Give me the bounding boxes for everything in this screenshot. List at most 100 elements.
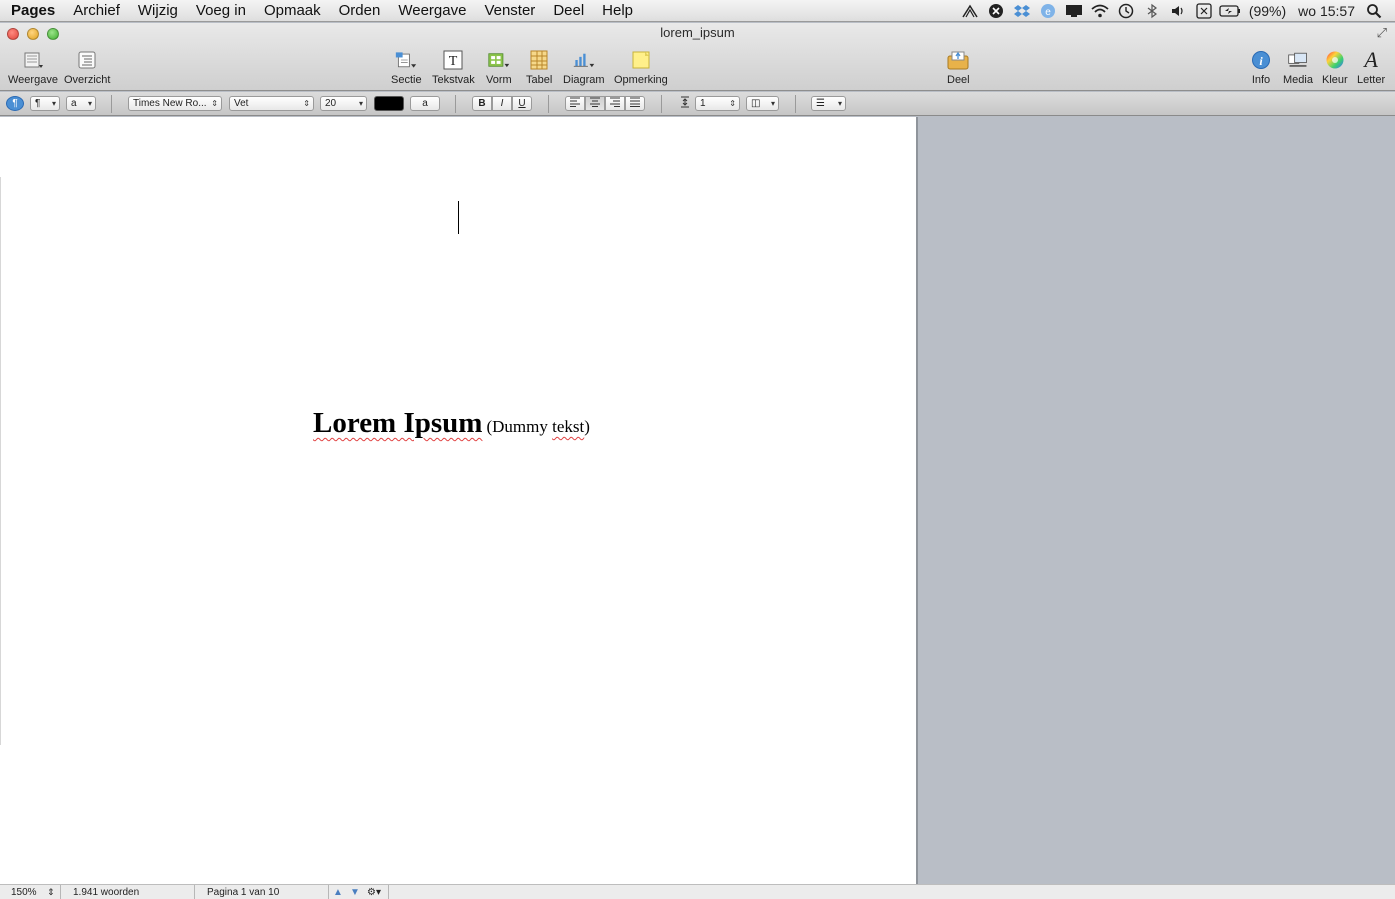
word-count: 1.941 woorden	[73, 887, 140, 898]
section-icon	[395, 50, 417, 70]
toolbar-overzicht[interactable]: Overzicht	[64, 50, 110, 86]
page-edge	[0, 177, 3, 745]
menu-bar: Pages Archief Wijzig Voeg in Opmaak Orde…	[0, 0, 1395, 22]
menu-opmaak[interactable]: Opmaak	[255, 0, 330, 22]
line-spacing-stepper[interactable]: 1 ⇕	[695, 96, 740, 111]
zoom-stepper-icon[interactable]: ⇕	[47, 886, 55, 899]
document-canvas[interactable]: Lorem Ipsum (Dummy tekst)	[0, 117, 918, 884]
toolbar-vorm[interactable]: Vorm	[486, 50, 512, 86]
display-icon[interactable]	[1061, 0, 1087, 22]
comment-icon	[630, 50, 652, 70]
menu-wijzig[interactable]: Wijzig	[129, 0, 187, 22]
font-family-value: Times New Ro...	[133, 98, 207, 109]
character-style-select[interactable]: a ▾	[66, 96, 96, 111]
zoom-select[interactable]: 150%	[11, 886, 37, 899]
menu-deel[interactable]: Deel	[544, 0, 593, 22]
battery-percentage[interactable]: (99%)	[1243, 0, 1292, 22]
typeface-select[interactable]: Vet ⇕	[229, 96, 314, 111]
toolbar-letter[interactable]: A Letter	[1357, 49, 1386, 87]
toolbar-opmerking[interactable]: Opmerking	[614, 50, 668, 86]
toolbar-sectie[interactable]: Sectie	[391, 50, 422, 86]
window-title: lorem_ipsum	[660, 25, 735, 40]
dropbox-icon[interactable]	[1009, 0, 1035, 22]
menu-extras: e (99%) wo 15:57	[957, 0, 1395, 22]
window-titlebar: lorem_ipsum ⤢ Weergave Overzicht Sectie …	[0, 23, 1395, 91]
app-icon[interactable]: e	[1035, 0, 1061, 22]
volume-icon[interactable]	[1165, 0, 1191, 22]
wifi-icon[interactable]	[1087, 0, 1113, 22]
svg-text:e: e	[1045, 7, 1051, 18]
previous-page-icon[interactable]: ▲	[333, 886, 343, 899]
fullscreen-icon[interactable]: ⤢	[1377, 25, 1387, 41]
status-bar: 150% ⇕ 1.941 woorden Pagina 1 van 10 ▲ ▼…	[0, 884, 1395, 899]
textbox-icon: T	[442, 50, 464, 70]
subtitle-misspelled-word: tekst	[552, 417, 585, 436]
menu-weergave[interactable]: Weergave	[389, 0, 475, 22]
paragraph-style-select[interactable]: ¶ ▾	[30, 96, 60, 111]
toolbar-letter-label: Letter	[1357, 74, 1386, 86]
divider	[60, 885, 61, 899]
text-color-well[interactable]	[374, 96, 404, 111]
keyboard-icon[interactable]	[1191, 0, 1217, 22]
toolbar-tabel[interactable]: Tabel	[526, 50, 552, 86]
next-page-icon[interactable]: ▼	[350, 886, 360, 899]
toolbar-diagram[interactable]: Diagram	[563, 50, 605, 86]
columns-select[interactable]: ◫ ▾	[746, 96, 779, 111]
toolbar-tekstvak[interactable]: T Tekstvak	[432, 50, 475, 86]
list-style-select[interactable]: ☰ ▾	[811, 96, 846, 111]
toolbar-kleur[interactable]: Kleur	[1322, 50, 1348, 86]
toolbar-media[interactable]: Media	[1283, 50, 1313, 86]
paragraph-style-value: ¶	[35, 98, 41, 109]
divider	[455, 95, 456, 113]
typeface-value: Vet	[234, 98, 249, 109]
bluetooth-icon[interactable]	[1139, 0, 1165, 22]
text-background-well[interactable]: a	[410, 96, 440, 111]
text-cursor	[458, 201, 459, 234]
chart-icon	[573, 50, 595, 70]
clock[interactable]: wo 15:57	[1292, 0, 1361, 22]
divider	[795, 95, 796, 113]
line-spacing-value: 1	[700, 98, 706, 109]
document-subtitle: (Dummy tekst)	[486, 417, 589, 436]
spotlight-icon[interactable]	[1361, 0, 1387, 22]
underline-button[interactable]: U	[512, 96, 532, 111]
toolbar-weergave[interactable]: Weergave	[8, 50, 58, 86]
toolbar-deel[interactable]: Deel	[947, 50, 970, 86]
toolbar-media-label: Media	[1283, 74, 1313, 86]
divider	[661, 95, 662, 113]
format-bar: ¶ ¶ ▾ a ▾ Times New Ro... ⇕ Vet ⇕ 20 ▾ a B I …	[0, 92, 1395, 116]
line-spacing-icon	[675, 96, 695, 111]
menu-voeg-in[interactable]: Voeg in	[187, 0, 255, 22]
bold-button[interactable]: B	[472, 96, 492, 111]
justify-button[interactable]	[625, 96, 645, 111]
timemachine-icon[interactable]	[1113, 0, 1139, 22]
window-background	[920, 117, 1395, 884]
toolbar-kleur-label: Kleur	[1322, 74, 1348, 86]
media-icon	[1287, 50, 1309, 70]
font-size-combo[interactable]: 20 ▾	[320, 96, 367, 111]
divider	[194, 885, 195, 899]
toolbar-info-label: Info	[1251, 74, 1271, 86]
menu-help[interactable]: Help	[593, 0, 642, 22]
toolbar-overzicht-label: Overzicht	[64, 74, 111, 86]
toolbar-sectie-label: Sectie	[391, 74, 422, 86]
shapes-icon	[488, 50, 510, 70]
italic-button[interactable]: I	[492, 96, 512, 111]
styles-drawer-icon[interactable]: ¶	[6, 96, 24, 111]
subtitle-open: (Dummy	[486, 417, 553, 436]
menu-orden[interactable]: Orden	[330, 0, 390, 22]
document-heading[interactable]: Lorem Ipsum (Dummy tekst)	[313, 407, 590, 440]
align-center-button[interactable]	[585, 96, 605, 111]
menu-app[interactable]: Pages	[0, 0, 64, 22]
menu-venster[interactable]: Venster	[475, 0, 544, 22]
menu-archief[interactable]: Archief	[64, 0, 129, 22]
align-right-button[interactable]	[605, 96, 625, 111]
font-family-select[interactable]: Times New Ro... ⇕	[128, 96, 222, 111]
battery-icon[interactable]	[1217, 0, 1243, 22]
align-left-button[interactable]	[565, 96, 585, 111]
toolbar-diagram-label: Diagram	[563, 74, 605, 86]
airport-icon[interactable]	[957, 0, 983, 22]
toolbar-info[interactable]: i Info	[1250, 50, 1272, 86]
gear-icon[interactable]: ⚙▾	[367, 886, 381, 899]
x-icon[interactable]	[983, 0, 1009, 22]
